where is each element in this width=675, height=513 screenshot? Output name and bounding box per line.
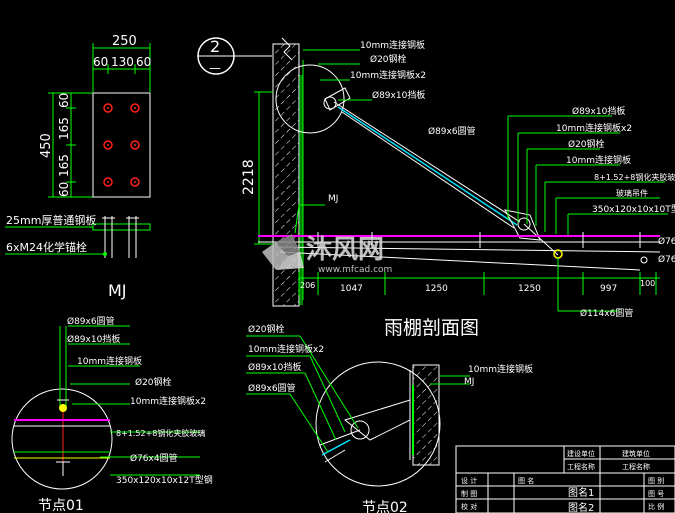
mj-width-total: 250 (112, 34, 137, 49)
height-dimension: 2218 (241, 159, 257, 195)
tb-drawing-name-2: 图名2 (568, 501, 594, 513)
detail01-label-6: 8+1.52+8钢化夹胶玻璃 (116, 428, 205, 438)
tb-header-b: 工程名称 (567, 462, 595, 471)
callout-right-5: 8+1.52+8钢化夹胶玻璃 (594, 172, 675, 182)
tb-drawing-name-1: 图名1 (568, 486, 594, 499)
detail01-label-1: Ø89x6圆管 (67, 315, 115, 327)
mj-bolt-holes (103, 103, 140, 187)
callout-right-6: 玻璃吊件 (616, 188, 648, 198)
mj-plate-detail: 250 60 130 60 450 60 165 165 60 25mm厚普通钢… (5, 34, 151, 300)
bottom-dim-3: 1250 (425, 284, 448, 294)
title-block: 建设单位 工程名称 建筑单位 工程名称 设 计 制 图 校 对 审 核 图 名 … (455, 445, 675, 513)
callout-right-7: 350x120x10x10T型钢 (592, 203, 675, 215)
detail01-label-3: 10mm连接钢板 (77, 355, 142, 367)
tb-right-2: 图 号 (648, 490, 664, 498)
mj-width-part-3: 60 (136, 55, 151, 69)
detail02-label-right-2: MJ (464, 377, 474, 387)
tb-header-c: 建筑单位 (622, 449, 650, 458)
tb-row-3: 校 对 (461, 502, 477, 511)
callout-right-3: Ø20钢栓 (568, 138, 605, 150)
bottom-dim-6: 100 (640, 279, 655, 288)
tb-header-a: 建设单位 (567, 449, 595, 458)
bottom-dim-4: 1250 (518, 284, 541, 294)
mj-plate-label: 25mm厚普通钢板 (6, 213, 96, 227)
callout-right-2: 10mm连接钢板x2 (556, 122, 632, 134)
mj-height-part-4: 60 (57, 182, 71, 197)
bottom-dim-1: 206 (300, 281, 315, 290)
callout-right-4: 10mm连接钢板 (566, 154, 631, 166)
tb-row-1: 设 计 (461, 476, 477, 485)
bottom-dim-2: 1047 (340, 284, 363, 294)
callout-right-1: Ø89x10挡板 (572, 105, 625, 117)
detail01-label-4: Ø20钢栓 (135, 376, 172, 388)
mj-width-part-2: 130 (111, 55, 134, 69)
tb-drawing-label: 图 名 (518, 476, 534, 485)
mj-steel-plate (92, 92, 151, 198)
callout-top-4: Ø89x10挡板 (372, 89, 425, 101)
mj-side-view (92, 216, 151, 258)
watermark-brand: 沐风网 (306, 235, 384, 265)
detail-01: Ø89x6圆管 Ø89x10挡板 10mm连接钢板 Ø20钢栓 10mm连接钢板… (11, 315, 213, 513)
edge-label-2: Ø76 (658, 254, 675, 265)
detail01-label-2: Ø89x10挡板 (67, 333, 120, 345)
mj-width-part-1: 60 (93, 55, 108, 69)
section-title: 雨棚剖面图 (384, 317, 479, 339)
tb-right-1: 图 别 (648, 476, 664, 485)
diagonal-brace (333, 101, 521, 229)
detail02-label-left-2: 10mm连接钢板x2 (248, 343, 324, 355)
tb-row-2: 制 图 (461, 489, 477, 498)
callout-top-3: 10mm连接钢板x2 (350, 69, 426, 81)
detail02-caption: 节点02 (362, 500, 408, 513)
edge-label-1: Ø76 (658, 236, 675, 247)
brace-label: Ø89x6圆管 (428, 125, 476, 137)
mj-bolt-label: 6xM24化学锚栓 (6, 240, 87, 254)
callout-top-2: Ø20钢栓 (370, 53, 407, 65)
detail02-label-right-1: 10mm连接钢板 (468, 363, 533, 375)
detail01-caption: 节点01 (38, 498, 84, 513)
cad-drawing-canvas: 250 60 130 60 450 60 165 165 60 25mm厚普通钢… (0, 0, 675, 513)
detail01-label-7: Ø76x4圆管 (130, 452, 178, 464)
mj-height-part-3: 165 (57, 154, 71, 177)
detail-sub: — (209, 61, 221, 75)
pipe-label: Ø114x6圆管 (580, 307, 633, 319)
callout-top-1: 10mm连接钢板 (360, 39, 425, 51)
detail02-label-left-3: Ø89x10挡板 (248, 361, 301, 373)
watermark: 沐风网 www.mfcad.com (262, 234, 392, 275)
detail-number: 2 (210, 37, 220, 56)
mj-height-total: 450 (39, 133, 54, 158)
mj-tag: MJ (328, 194, 338, 204)
tb-header-d: 工程名称 (622, 462, 650, 471)
mj-height-part-2: 165 (57, 117, 71, 140)
mj-height-part-1: 60 (57, 93, 71, 108)
detail02-label-left-1: Ø20钢栓 (248, 323, 285, 335)
detail02-label-left-4: Ø89x6圆管 (248, 382, 296, 394)
detail01-label-5: 10mm连接钢板x2 (130, 395, 206, 407)
tb-right-3: 比 例 (648, 502, 664, 511)
detail01-label-8: 350x120x10x12T型钢 (116, 474, 213, 486)
bottom-dim-5: 997 (600, 284, 617, 294)
watermark-url: www.mfcad.com (318, 265, 392, 275)
canopy-section-view: 2 — 2218 10mm连接钢板 Ø20钢栓 10mm连接钢板x2 Ø89x1… (197, 37, 675, 339)
mj-caption: MJ (108, 281, 127, 300)
